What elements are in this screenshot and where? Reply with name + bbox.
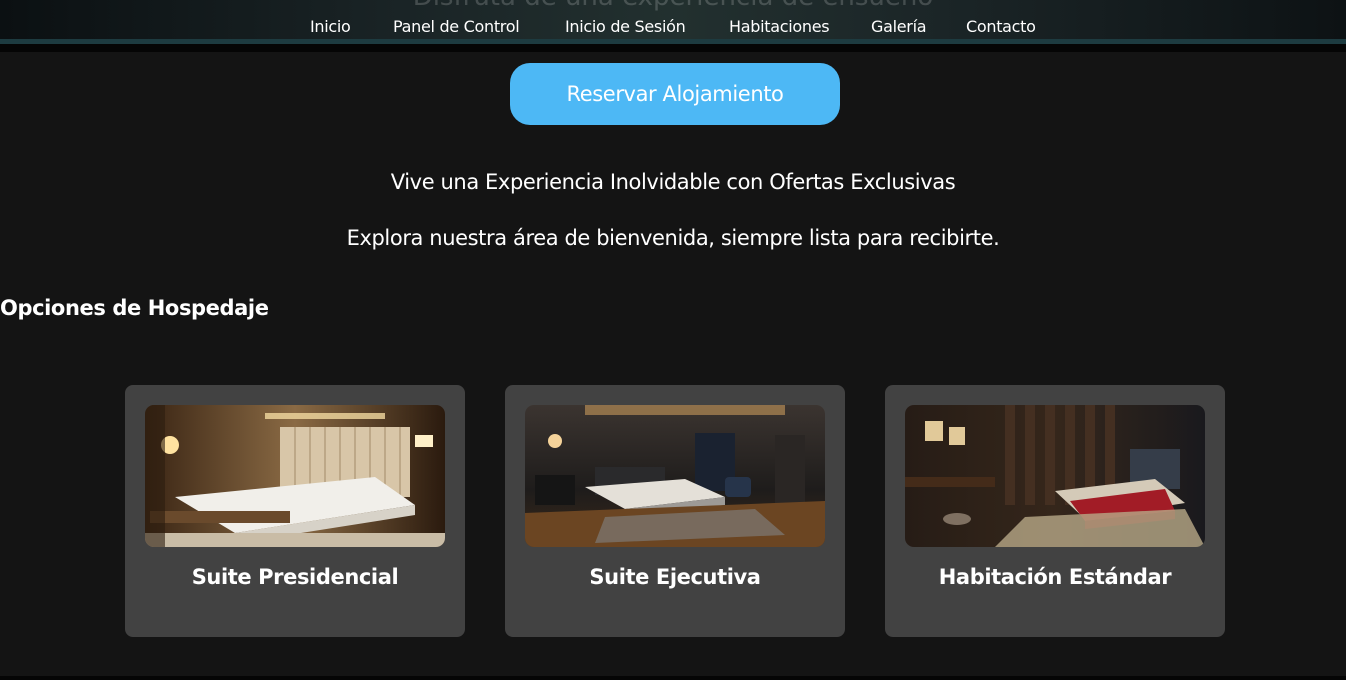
tagline-welcome: Explora nuestra área de bienvenida, siem…: [346, 226, 1000, 250]
hero-heading: Disfruta de una experiencia de ensueño: [0, 0, 1346, 12]
nav-item-panel-de-control[interactable]: Panel de Control: [393, 16, 520, 38]
section-title: Opciones de Hospedaje: [0, 296, 269, 320]
room-title: Habitación Estándar: [938, 565, 1172, 589]
nav-item-inicio-de-sesion[interactable]: Inicio de Sesión: [565, 16, 686, 38]
room-title: Suite Ejecutiva: [589, 565, 761, 589]
bedroom-executive-photo: [525, 405, 825, 547]
room-cards: Suite Presidencial Suite Ejecutiva Habit…: [125, 385, 1225, 637]
main-nav: Inicio Panel de Control Inicio de Sesión…: [0, 16, 1346, 38]
nav-item-contacto[interactable]: Contacto: [966, 16, 1036, 38]
room-card-suite-presidencial[interactable]: Suite Presidencial: [125, 385, 465, 637]
nav-divider: [0, 44, 1346, 52]
bottom-divider: [0, 676, 1346, 680]
room-card-habitacion-estandar[interactable]: Habitación Estándar: [885, 385, 1225, 637]
nav-item-galeria[interactable]: Galería: [871, 16, 927, 38]
bedroom-standard-photo: [905, 405, 1205, 547]
reserve-button[interactable]: Reservar Alojamiento: [510, 63, 840, 125]
nav-item-inicio[interactable]: Inicio: [310, 16, 351, 38]
tagline-offers: Vive una Experiencia Inolvidable con Ofe…: [390, 170, 956, 194]
room-title: Suite Presidencial: [191, 565, 399, 589]
bedroom-presidential-photo: [145, 405, 445, 547]
room-card-suite-ejecutiva[interactable]: Suite Ejecutiva: [505, 385, 845, 637]
nav-item-habitaciones[interactable]: Habitaciones: [729, 16, 830, 38]
